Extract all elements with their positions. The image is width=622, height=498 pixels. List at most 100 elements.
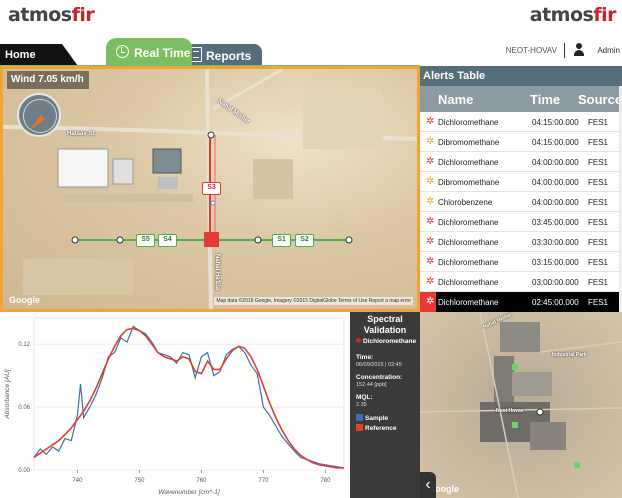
alert-row[interactable]: ✲ Dichloromethane 03:00:00.000 FES1: [420, 272, 622, 292]
alert-time: 02:45:00.000: [532, 298, 579, 307]
alert-row[interactable]: ✲ Dichloromethane 03:15:00.000 FES1: [420, 252, 622, 272]
header: atmosfir atmosfir Home Reports Real Time…: [0, 0, 622, 67]
wind-direction-arrow: [27, 115, 45, 133]
sample-swatch: [356, 414, 363, 421]
validation-mql-label: MQL:: [356, 394, 373, 401]
validation-mql-value: 2.35: [356, 402, 367, 408]
alert-source: FES1: [588, 258, 609, 267]
alert-source: FES1: [588, 178, 609, 187]
realtime-map[interactable]: Wind 7.05 km/h Hatsav St Nahal Mishar Na…: [0, 66, 420, 312]
overview-label-neot-hovav: Neot Hovav: [496, 408, 524, 414]
validation-compound: Dichloromethane: [356, 338, 420, 345]
alert-row[interactable]: ✲ Dichloromethane 03:45:00.000 FES1: [420, 212, 622, 232]
column-name[interactable]: Name: [438, 92, 473, 107]
logo-accent: fir: [593, 4, 616, 26]
alert-source: FES1: [588, 298, 609, 307]
user-icon[interactable]: [574, 43, 584, 56]
alert-time: 04:00:00.000: [532, 178, 579, 187]
alert-row[interactable]: ✲ Chlorobenzene 04:00:00.000 FES1: [420, 192, 622, 212]
alert-time: 04:15:00.000: [532, 118, 579, 127]
alert-row[interactable]: ✲ Dichloromethane 03:30:00.000 FES1: [420, 232, 622, 252]
reference-swatch: [356, 424, 363, 431]
alert-time: 03:30:00.000: [532, 238, 579, 247]
alert-level-icon: ✲: [426, 116, 435, 127]
alert-name: Dibromomethane: [438, 138, 500, 147]
alert-name: Dichloromethane: [438, 298, 499, 307]
alert-row[interactable]: ✲ Dichloromethane 02:45:00.000 FES1: [420, 292, 622, 312]
logo-right[interactable]: atmosfir: [529, 4, 617, 26]
legend-sample-label: Sample: [365, 415, 389, 422]
sensor-node-s1[interactable]: S1: [272, 234, 291, 247]
legend-sample[interactable]: Sample: [356, 414, 420, 422]
alert-time: 03:00:00.000: [532, 278, 579, 287]
alert-name: Dibromomethane: [438, 178, 500, 187]
overview-label-industrial: Industrial Park: [552, 352, 587, 358]
alert-row[interactable]: ✲ Dibromomethane 04:00:00.000 FES1: [420, 172, 622, 192]
alert-time: 04:00:00.000: [532, 198, 579, 207]
station-name[interactable]: NEOT-HOVAV: [506, 46, 557, 55]
overview-map[interactable]: Nahal Mishar Neot Hovav Industrial Park …: [420, 312, 622, 498]
alerts-panel: Alerts Table Name Time Source ✲ Dichlorom…: [420, 66, 622, 312]
x-axis-label: Wavenumber [cm^-1]: [158, 489, 220, 496]
y-tick-label: 0.12: [18, 342, 30, 348]
tab-realtime[interactable]: Real Time: [106, 38, 192, 66]
alert-time: 04:15:00.000: [532, 138, 579, 147]
sensor-marker-1[interactable]: [512, 364, 518, 370]
tab-realtime-label: Real Time: [134, 46, 191, 60]
sensor-marker-2[interactable]: [512, 422, 518, 428]
user-name[interactable]: Admin: [597, 46, 620, 55]
alert-level-icon: ✲: [426, 196, 435, 207]
sensor-node-s3[interactable]: S3: [202, 182, 221, 195]
logo-left[interactable]: atmosfir: [8, 4, 95, 26]
alert-name: Dichloromethane: [438, 118, 499, 127]
alert-row[interactable]: ✲ Dichloromethane 04:00:00.000 FES1: [420, 152, 622, 172]
validation-time-value: 06/09/2015 | 02:45: [356, 362, 402, 368]
app-root: atmosfir atmosfir Home Reports Real Time…: [0, 0, 622, 498]
sensor-node-s5[interactable]: S5: [136, 234, 155, 247]
wind-speed-label: Wind 7.05 km/h: [7, 71, 89, 89]
alert-source: FES1: [588, 198, 609, 207]
x-tick-label: 750: [134, 478, 145, 484]
alert-level-icon: ✲: [426, 156, 435, 167]
map-attribution[interactable]: Map data ©2015 Google, Imagery ©2015 Dig…: [214, 297, 413, 305]
alert-name: Chlorobenzene: [438, 198, 493, 207]
tab-reports[interactable]: Reports: [186, 44, 262, 66]
y-axis-label: Absorbance [AU]: [4, 369, 11, 419]
emission-source-marker[interactable]: [204, 232, 219, 247]
validation-conc-label: Concentration:: [356, 374, 403, 381]
validation-compound-name: Dichloromethane: [363, 338, 417, 345]
alert-time: 03:45:00.000: [532, 218, 579, 227]
sensor-node-s2[interactable]: S2: [295, 234, 314, 247]
logo-text: atmos: [529, 4, 594, 26]
validation-conc-value: 152.44 [ppb]: [356, 382, 387, 388]
column-time[interactable]: Time: [530, 92, 560, 107]
alert-name: Dichloromethane: [438, 158, 499, 167]
alert-name: Dichloromethane: [438, 258, 499, 267]
clock-icon: [116, 45, 129, 58]
sensor-marker-3[interactable]: [574, 462, 580, 468]
alert-level-icon: ✲: [426, 236, 435, 247]
alert-row[interactable]: ✲ Dibromomethane 04:15:00.000 FES1: [420, 132, 622, 152]
alert-level-icon: ✲: [426, 296, 435, 307]
alert-source: FES1: [588, 138, 609, 147]
column-source[interactable]: Source: [578, 92, 622, 107]
legend-reference[interactable]: Reference: [356, 424, 420, 432]
compass-icon: [17, 93, 61, 137]
x-tick-label: 740: [72, 478, 83, 484]
sensor-node-s4[interactable]: S4: [158, 234, 177, 247]
alert-source: FES1: [588, 218, 609, 227]
alerts-title: Alerts Table: [420, 66, 622, 86]
x-tick-label: 780: [320, 478, 331, 484]
alert-level-icon: ✲: [426, 136, 435, 147]
logo-accent: fir: [71, 4, 95, 26]
spectrum-chart-svg: 0.00 0.06 0.12 740 750 760 770 780 Wavenumber [c…: [4, 317, 345, 496]
alert-row[interactable]: ✲ Dichloromethane 04:15:00.000 FES1: [420, 112, 622, 132]
alert-time: 04:00:00.000: [532, 158, 579, 167]
alert-level-icon: ✲: [426, 216, 435, 227]
tab-home[interactable]: Home: [0, 44, 78, 66]
validation-title: Spectral Validation: [363, 314, 407, 335]
alerts-table-header: Name Time Source: [420, 86, 622, 112]
alert-name: Dichloromethane: [438, 278, 499, 287]
collapse-panel-button[interactable]: ‹: [420, 472, 436, 498]
user-area: NEOT-HOVAV Admin: [472, 40, 622, 62]
